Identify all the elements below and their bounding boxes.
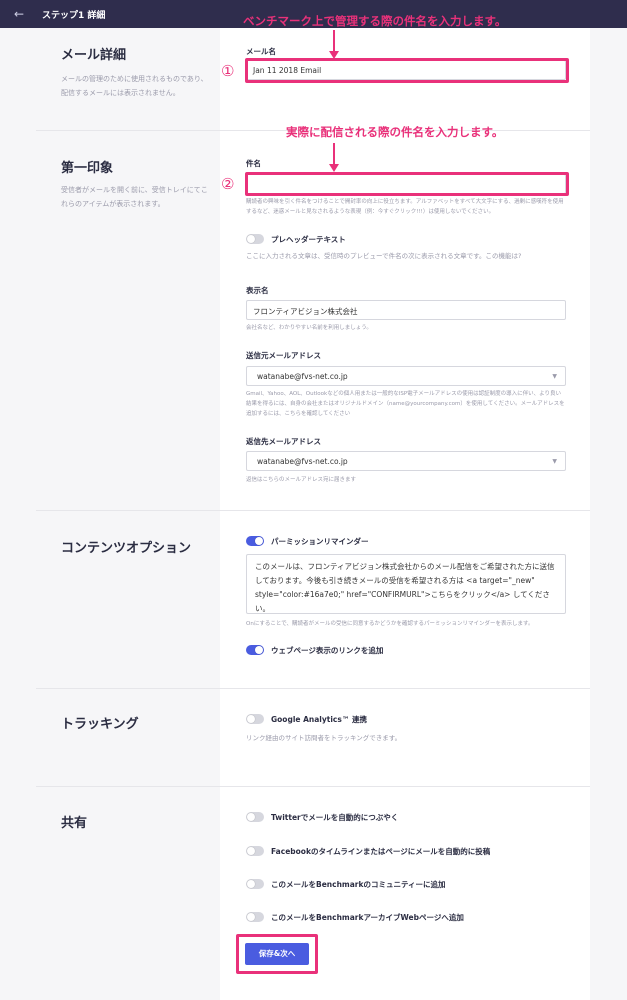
annotation-arrow (333, 143, 335, 165)
toggle-knob (247, 235, 255, 243)
twitter-label: Twitterでメールを自動的につぶやく (271, 813, 399, 822)
preheader-label: プレヘッダーテキスト (271, 235, 346, 244)
annotation-arrow-head (329, 164, 339, 172)
toggle-knob (247, 880, 255, 888)
section-title-first-impression: 第一印象 (61, 161, 114, 176)
from-name-input[interactable]: フロンティアビジョン株式会社 (246, 300, 566, 320)
facebook-toggle[interactable] (246, 846, 264, 856)
reply-email-label: 返信先メールアドレス (246, 437, 321, 446)
back-arrow-icon[interactable]: ← (14, 7, 24, 21)
annotation-callout-subject: 実際に配信される際の件名を入力します。 (286, 125, 504, 139)
reply-email-help: 返信はこちらのメールアドレス宛に届きます (246, 477, 357, 483)
section-title-tracking: トラッキング (61, 717, 139, 732)
toggle-knob (255, 646, 263, 654)
ga-help: リンク経由のサイト訪問者をトラッキングできます。 (246, 734, 402, 742)
community-label: このメールをBenchmarkのコミュニティーに追加 (271, 880, 446, 889)
webpage-link-toggle[interactable] (246, 645, 264, 655)
reply-email-select[interactable]: watanabe@fvs-net.co.jp ▼ (246, 451, 566, 471)
preheader-help: ここに入力される文章は、受信時のプレビューで件名の次に表示される文章です。この機… (246, 252, 522, 260)
toggle-knob (247, 813, 255, 821)
divider (36, 688, 590, 689)
section-desc-first-impression: 受信者がメールを開く前に、受信トレイにてこれらのアイテムが表示されます。 (61, 186, 208, 208)
from-email-value: watanabe@fvs-net.co.jp (257, 372, 348, 381)
annotation-box-mail-name (245, 58, 569, 83)
toggle-knob (247, 913, 255, 921)
toggle-knob (255, 537, 263, 545)
facebook-label: Facebookのタイムラインまたはページにメールを自動的に投稿 (271, 847, 491, 856)
divider (36, 786, 590, 787)
community-toggle[interactable] (246, 879, 264, 889)
chevron-down-icon[interactable]: ⌄ (98, 7, 106, 17)
subject-label: 件名 (246, 159, 261, 168)
from-email-label: 送信元メールアドレス (246, 351, 321, 360)
webpage-link-label: ウェブページ表示のリンクを追加 (271, 646, 384, 655)
from-name-help: 会社名など、わかりやすい名前を利用しましょう。 (246, 325, 372, 331)
permission-textarea[interactable]: このメールは、フロンティアビジョン株式会社からのメール配信をご希望された方に送信… (246, 554, 566, 614)
from-email-help: Gmail、Yahoo、AOL、Outlookなどの個人用または一般的なISP電… (246, 391, 565, 417)
divider (36, 510, 590, 511)
dropdown-caret-icon: ▼ (552, 373, 557, 380)
reply-email-value: watanabe@fvs-net.co.jp (257, 457, 348, 466)
subject-help: 購読者の興味を引く件名をつけることで開封率の向上に役立ちます。アルファベットをす… (246, 199, 564, 215)
dropdown-caret-icon: ▼ (552, 458, 557, 465)
permission-toggle[interactable] (246, 536, 264, 546)
mail-name-label: メール名 (246, 47, 276, 56)
twitter-toggle[interactable] (246, 812, 264, 822)
annotation-box-save (236, 934, 318, 974)
annotation-number-2: ② (221, 175, 235, 193)
toggle-knob (247, 847, 255, 855)
permission-label: パーミッションリマインダー (271, 537, 369, 546)
toggle-knob (247, 715, 255, 723)
preheader-toggle[interactable] (246, 234, 264, 244)
permission-help: Onにすることで、購読者がメールの受信に同意するかどうかを確認するパーミッション… (246, 621, 534, 627)
annotation-arrow (333, 30, 335, 52)
annotation-number-1: ① (221, 62, 235, 80)
ga-toggle[interactable] (246, 714, 264, 724)
section-title-content-options: コンテンツオプション (61, 541, 192, 556)
archive-label: このメールをBenchmarkアーカイブWebページへ追加 (271, 913, 464, 922)
archive-toggle[interactable] (246, 912, 264, 922)
annotation-callout-mail-name: ベンチマーク上で管理する際の件名を入力します。 (243, 14, 507, 28)
section-title-mail-details: メール詳細 (61, 48, 127, 63)
from-name-label: 表示名 (246, 286, 269, 295)
annotation-box-subject (245, 172, 569, 196)
section-desc-mail-details: メールの管理のために使用されるものであり、配信するメールには表示されません。 (61, 75, 208, 97)
section-title-share: 共有 (61, 816, 88, 831)
step-title: ステップ1 詳細 (42, 11, 106, 21)
ga-label: Google Analytics™ 連携 (271, 715, 367, 724)
from-email-select[interactable]: watanabe@fvs-net.co.jp ▼ (246, 366, 566, 386)
